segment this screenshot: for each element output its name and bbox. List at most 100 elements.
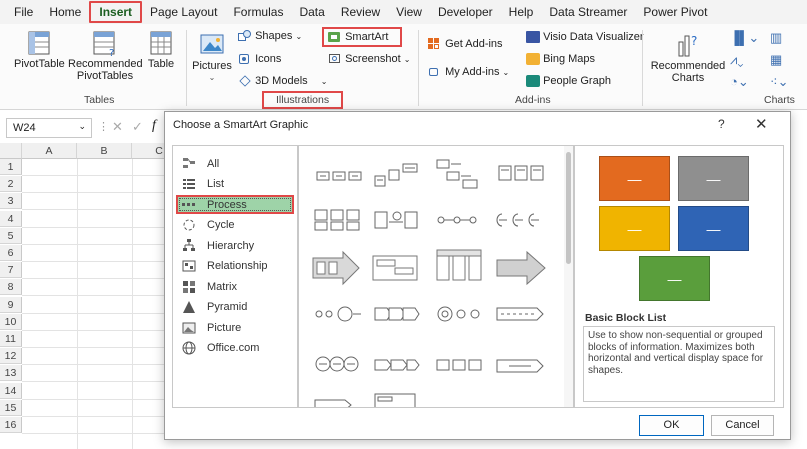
category-item-matrix[interactable]: Matrix <box>181 277 237 296</box>
row-header[interactable]: 2 <box>0 176 22 193</box>
icons-button[interactable]: Icons <box>238 53 281 65</box>
category-item-cycle[interactable]: Cycle <box>181 216 235 235</box>
menu-view[interactable]: View <box>388 1 430 23</box>
ok-button[interactable]: OK <box>639 415 704 436</box>
recommended-pivottables-button[interactable]: ? Recommended PivotTables <box>68 30 143 82</box>
row-header[interactable]: 3 <box>0 193 22 210</box>
relationship-icon <box>181 259 197 273</box>
category-item-list[interactable]: List <box>181 175 224 194</box>
pie-chart-icon[interactable]: ◔⌄ <box>730 74 749 90</box>
recommended-charts-button[interactable]: ? Recommended Charts <box>650 30 726 84</box>
row-header[interactable]: 15 <box>0 399 22 416</box>
layout-thumbnail-gear-process[interactable] <box>437 306 480 322</box>
row-header[interactable]: 4 <box>0 210 22 227</box>
row-header[interactable]: 12 <box>0 348 22 365</box>
name-box[interactable]: W24 ⌄ <box>6 118 92 138</box>
row-header[interactable]: 9 <box>0 296 22 313</box>
menu-insert[interactable]: Insert <box>89 1 143 23</box>
statistic-chart-icon[interactable]: ▦ <box>770 52 782 68</box>
addins-group-label: Add-ins <box>515 94 551 106</box>
gallery-scrollbar-thumb[interactable] <box>566 152 571 264</box>
layout-thumbnail-arrow-line[interactable] <box>496 359 544 373</box>
row-header[interactable]: 10 <box>0 313 22 330</box>
confirm-formula-icon[interactable]: ✓ <box>132 119 143 135</box>
menu-file[interactable]: File <box>0 1 41 23</box>
menu-review[interactable]: Review <box>333 1 388 23</box>
hierarchy-chart-icon[interactable]: ▥ <box>770 30 782 46</box>
cancel-formula-icon[interactable]: ✕ <box>112 119 123 135</box>
column-header[interactable]: B <box>77 143 132 159</box>
3d-models-button[interactable]: 3D Models ⌄ <box>238 75 327 87</box>
layout-thumbnail-chevron-list[interactable] <box>374 359 420 371</box>
layout-thumbnail-picture-accent-process[interactable] <box>314 209 360 231</box>
row-header[interactable]: 14 <box>0 382 22 399</box>
category-item-pyramid[interactable]: Pyramid <box>181 298 247 317</box>
row-header[interactable]: 5 <box>0 227 22 244</box>
menu-help[interactable]: Help <box>501 1 542 23</box>
layout-thumbnail-descending-process[interactable] <box>437 216 477 224</box>
menu-formulas[interactable]: Formulas <box>225 1 291 23</box>
layout-thumbnail-accent-process[interactable] <box>498 165 544 181</box>
category-item-office-com[interactable]: Office.com <box>181 339 259 358</box>
row-header[interactable]: 1 <box>0 159 22 175</box>
people-graph-button[interactable]: People Graph <box>526 75 611 88</box>
layout-thumbnail-basic-process[interactable] <box>316 171 362 181</box>
menu-page-layout[interactable]: Page Layout <box>142 1 225 23</box>
category-item-all[interactable]: All <box>181 154 219 173</box>
layout-thumbnail-basic-chevron[interactable] <box>496 250 546 286</box>
grid-line <box>22 192 172 194</box>
close-button[interactable]: ✕ <box>755 115 768 133</box>
layout-thumbnail-vertical-process[interactable] <box>436 249 482 281</box>
category-item-relationship[interactable]: Relationship <box>181 257 268 276</box>
gallery-scrollbar[interactable] <box>564 146 573 407</box>
pictures-button[interactable]: Pictures ⌄ <box>192 30 232 84</box>
bing-maps-button[interactable]: Bing Maps <box>526 53 595 66</box>
line-chart-icon[interactable]: ⩘⌄ <box>730 52 743 68</box>
menu-power-pivot[interactable]: Power Pivot <box>635 1 715 23</box>
menu-home[interactable]: Home <box>41 1 89 23</box>
layout-thumbnail-segmented-arrow[interactable] <box>374 307 420 321</box>
layout-thumbnail-upward-arrow[interactable] <box>312 250 360 286</box>
select-all-corner[interactable] <box>0 143 22 159</box>
row-header[interactable]: 7 <box>0 262 22 279</box>
layout-thumbnail-block-list-process[interactable] <box>436 359 482 371</box>
layout-thumbnail-circle-process[interactable] <box>315 306 361 322</box>
category-item-process[interactable]: Process <box>176 195 294 214</box>
my-addins-button[interactable]: My Add-ins ⌄ <box>428 66 509 78</box>
category-item-picture[interactable]: Picture <box>181 318 241 337</box>
category-item-hierarchy[interactable]: Hierarchy <box>181 236 254 255</box>
menu-data[interactable]: Data <box>291 1 332 23</box>
layout-thumbnail-hierarchy-process[interactable] <box>436 159 478 189</box>
row-header[interactable]: 6 <box>0 245 22 261</box>
row-header[interactable]: 11 <box>0 331 22 347</box>
scatter-chart-icon[interactable]: ⁖⌄ <box>770 74 789 90</box>
layout-thumbnail-list-blocks[interactable] <box>374 393 416 408</box>
cancel-button[interactable]: Cancel <box>711 415 774 436</box>
screenshot-button[interactable]: Screenshot ⌄ <box>328 53 410 65</box>
layout-thumbnail-alternating-flow[interactable] <box>374 211 418 229</box>
table-icon <box>150 31 172 55</box>
layout-thumbnail-flow-arrows[interactable] <box>314 399 352 408</box>
table-button[interactable]: Table <box>146 30 176 70</box>
grid-line <box>22 226 172 228</box>
help-button[interactable]: ? <box>718 117 725 131</box>
menu-data-streamer[interactable]: Data Streamer <box>541 1 635 23</box>
shapes-button[interactable]: Shapes ⌄ <box>238 30 302 42</box>
layout-thumbnail-step-up-process[interactable] <box>374 163 418 187</box>
layout-thumbnail-circle-chain[interactable] <box>315 356 359 372</box>
row-header[interactable]: 8 <box>0 279 22 296</box>
fx-icon[interactable]: f <box>152 118 156 134</box>
column-chart-icon[interactable]: ▐▌⌄ <box>730 30 759 46</box>
pivottable-button[interactable]: PivotTable <box>14 30 65 70</box>
row-header[interactable]: 16 <box>0 417 22 433</box>
menu-developer[interactable]: Developer <box>430 1 501 23</box>
layout-thumbnail-dashed-arrow[interactable] <box>496 307 544 321</box>
get-addins-button[interactable]: Get Add-ins <box>428 38 503 50</box>
smartart-button[interactable]: SmartArt <box>322 27 402 47</box>
layout-thumbnail-continuous-block-process[interactable] <box>372 255 418 281</box>
visio-data-visualizer-button[interactable]: Visio Data Visualizer <box>526 31 644 44</box>
layout-thumbnail-interconnected-blocks[interactable] <box>496 213 539 227</box>
pictures-icon <box>200 34 224 54</box>
row-header[interactable]: 13 <box>0 365 22 382</box>
column-header[interactable]: A <box>22 143 77 159</box>
